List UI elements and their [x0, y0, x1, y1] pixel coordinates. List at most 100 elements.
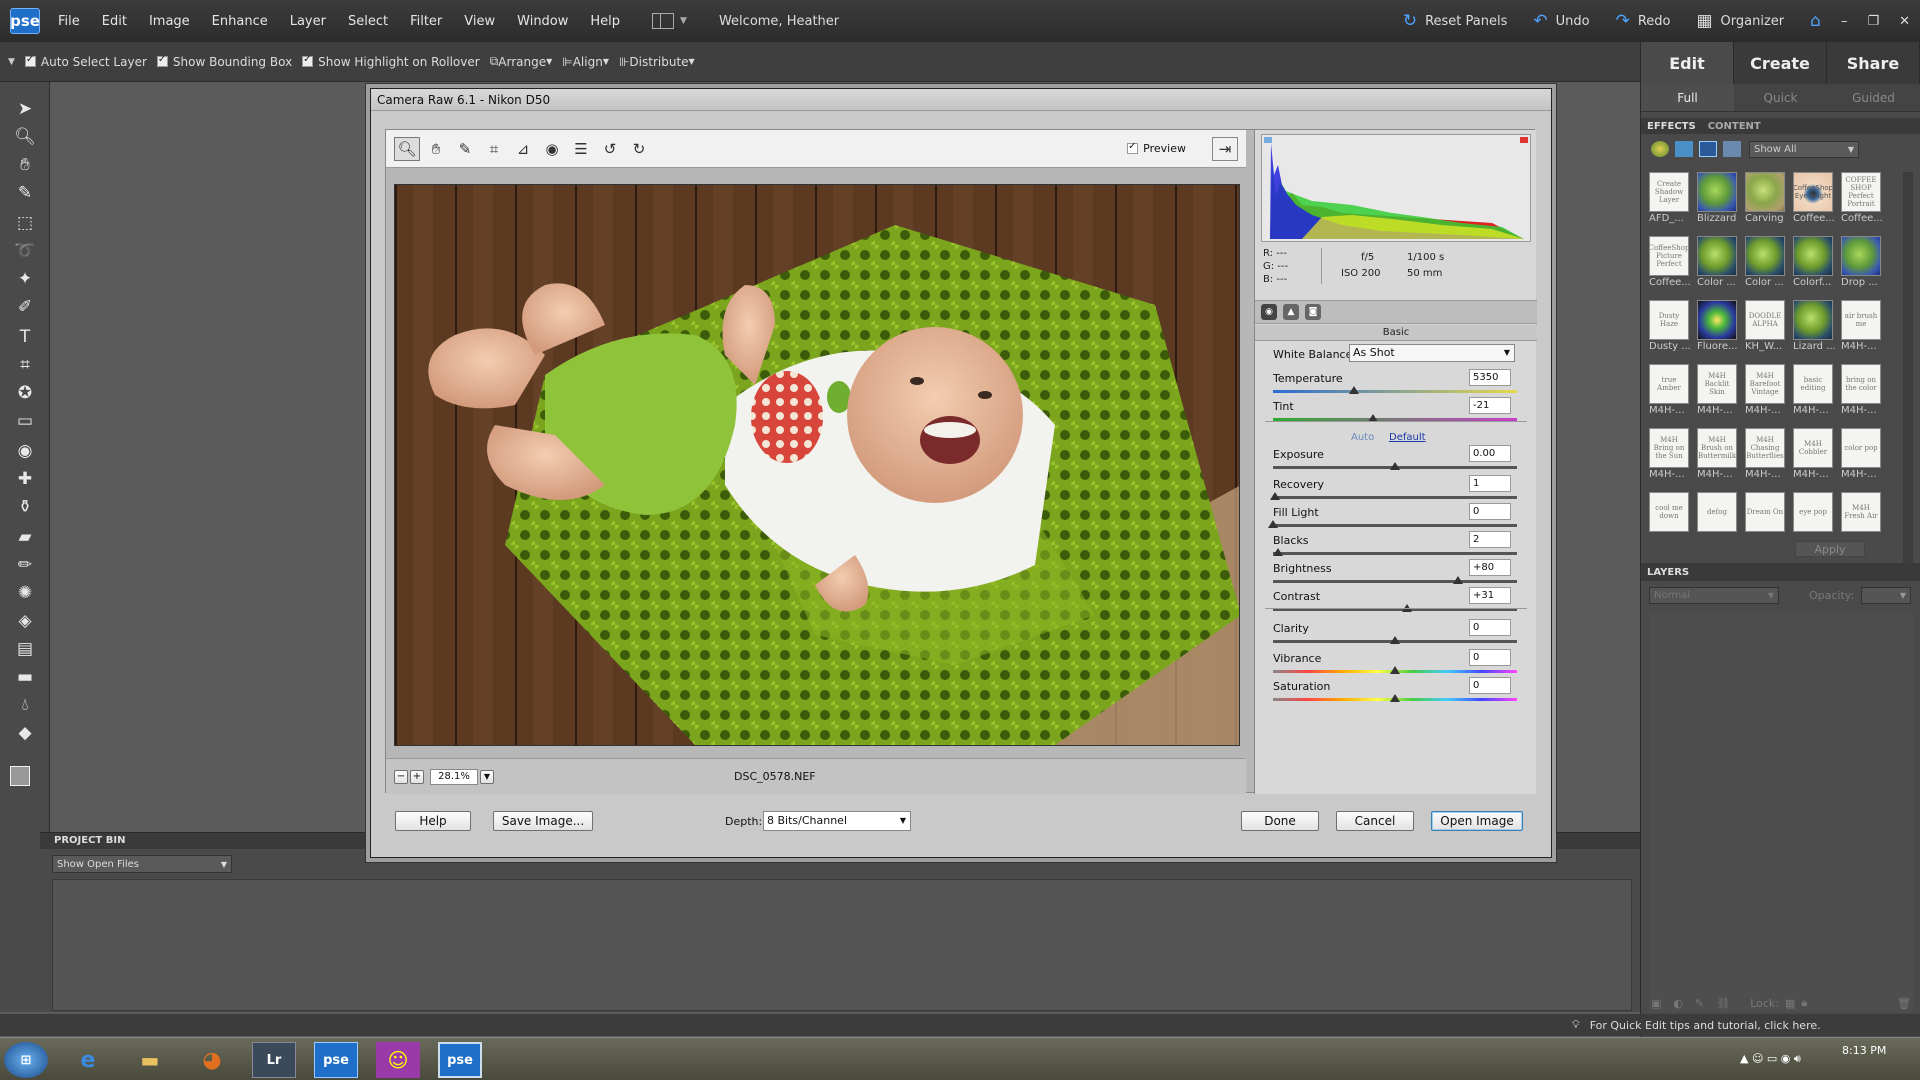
slider-value-field[interactable]: 0	[1469, 503, 1511, 520]
tab-content[interactable]: CONTENT	[1702, 121, 1767, 132]
slider-thumb[interactable]	[1270, 492, 1281, 500]
blur-tool-icon[interactable]: 💧︎	[12, 694, 38, 716]
minimize-icon[interactable]: –	[1841, 14, 1848, 29]
slider-track[interactable]	[1273, 552, 1517, 555]
camera-calibration-icon[interactable]: ◙	[1305, 304, 1321, 320]
quick-edit-tip-link[interactable]: For Quick Edit tips and tutorial, click …	[1590, 1019, 1821, 1032]
distribute-button[interactable]: ⊪ Distribute ▼	[619, 55, 695, 69]
image-preview[interactable]	[394, 184, 1240, 746]
favorites-icon[interactable]	[1723, 141, 1741, 157]
effect-thumbnail[interactable]: M4H Brush on Buttermilk M4H-...	[1697, 428, 1739, 490]
slider-value-field[interactable]: +31	[1469, 587, 1511, 604]
opacity-field[interactable]: ▼	[1861, 587, 1911, 604]
effect-thumbnail[interactable]: air brush me M4H-...	[1841, 300, 1883, 362]
auto-link[interactable]: Auto	[1351, 432, 1374, 443]
gradient-tool-icon[interactable]: ▤	[12, 638, 38, 660]
slider-track[interactable]	[1273, 496, 1517, 499]
internet-explorer-icon[interactable]: e	[66, 1042, 110, 1078]
slider-thumb[interactable]	[1453, 576, 1464, 584]
foreground-color-swatch[interactable]	[10, 766, 30, 786]
show-highlight-checkbox[interactable]: Show Highlight on Rollover	[302, 54, 480, 69]
adjustment-layer-icon[interactable]: ◐	[1673, 997, 1683, 1010]
cancel-button[interactable]: Cancel	[1336, 811, 1414, 831]
open-image-button[interactable]: Open Image	[1431, 811, 1523, 831]
move-tool-icon[interactable]: ➤	[12, 98, 38, 120]
apply-button[interactable]: Apply	[1795, 541, 1865, 557]
workspace-layout-icon[interactable]	[652, 13, 675, 29]
save-image-button[interactable]: Save Image...	[493, 811, 593, 831]
rotate-left-icon[interactable]: ↺	[597, 137, 623, 161]
red-eye-tool-icon[interactable]: ◉	[539, 137, 565, 161]
slider-value-field[interactable]: 1	[1469, 475, 1511, 492]
effects-scrollbar[interactable]	[1903, 172, 1913, 572]
new-layer-icon[interactable]: ▣	[1651, 997, 1661, 1010]
pse-organizer-taskbar-button[interactable]: pse	[314, 1042, 358, 1078]
fullscreen-toggle-icon[interactable]: ⇥	[1212, 136, 1238, 161]
magic-wand-icon[interactable]: ✦	[12, 268, 38, 290]
organizer-button[interactable]: ▦ Organizer	[1696, 11, 1784, 31]
effect-thumbnail[interactable]: Color ...	[1745, 236, 1787, 298]
slider-value-field[interactable]: +80	[1469, 559, 1511, 576]
rotate-right-icon[interactable]: ↻	[626, 137, 652, 161]
home-button[interactable]: ⌂	[1810, 11, 1821, 31]
slider-value-field[interactable]: 0	[1469, 677, 1511, 694]
align-button[interactable]: ⊫ Align ▼	[562, 55, 609, 69]
menu-help[interactable]: Help	[590, 14, 620, 29]
effect-thumbnail[interactable]: Create Shadow Layer AFD_...	[1649, 172, 1691, 234]
effect-thumbnail[interactable]: M4H Barefoot Vintage M4H-...	[1745, 364, 1787, 426]
effect-thumbnail[interactable]: Color ...	[1697, 236, 1739, 298]
tab-edit[interactable]: Edit	[1641, 42, 1734, 84]
effect-thumbnail[interactable]: CoffeeShop Picture Perfect Coffee...	[1649, 236, 1691, 298]
brush-tool-icon[interactable]: ✺	[12, 582, 38, 604]
project-bin-filter-select[interactable]: Show Open Files ▼	[52, 855, 232, 873]
slider-value-field[interactable]: 0.00	[1469, 445, 1511, 462]
effect-thumbnail[interactable]: M4H Backlit Skin M4H-...	[1697, 364, 1739, 426]
effect-thumbnail[interactable]: true Amber M4H-...	[1649, 364, 1691, 426]
default-link[interactable]: Default	[1389, 432, 1426, 443]
help-button[interactable]: Help	[395, 811, 471, 831]
effects-show-all-select[interactable]: Show All ▼	[1749, 140, 1859, 158]
tab-quick[interactable]: Quick	[1734, 84, 1827, 111]
tool-preset-icon[interactable]: ▼	[8, 57, 15, 67]
basic-panel-icon[interactable]: ◉	[1261, 304, 1277, 320]
menu-edit[interactable]: Edit	[102, 14, 127, 29]
sponge-tool-icon[interactable]: ◆	[12, 722, 38, 744]
tab-full[interactable]: Full	[1641, 84, 1734, 111]
clone-stamp-icon[interactable]: ⚱	[12, 496, 38, 518]
effect-thumbnail[interactable]: DOODLE ALPHA KH_W...	[1745, 300, 1787, 362]
pse-editor-taskbar-button[interactable]: pse	[438, 1042, 482, 1078]
lasso-tool-icon[interactable]: ➰	[12, 240, 38, 262]
filters-icon[interactable]	[1651, 141, 1669, 157]
slider-value-field[interactable]: -21	[1469, 397, 1511, 414]
hand-tool-icon[interactable]: ✋︎	[423, 137, 449, 161]
red-eye-tool-icon[interactable]: ◉	[12, 440, 38, 462]
lock-transparent-icon[interactable]: ▦	[1785, 997, 1795, 1010]
effect-thumbnail[interactable]: basic editing M4H-...	[1793, 364, 1835, 426]
menu-window[interactable]: Window	[517, 14, 568, 29]
slider-thumb[interactable]	[1348, 386, 1359, 394]
zoom-tool-icon[interactable]: 🔍︎	[12, 126, 38, 148]
show-bounding-box-checkbox[interactable]: Show Bounding Box	[156, 54, 292, 69]
slider-thumb[interactable]	[1268, 520, 1278, 528]
effect-thumbnail[interactable]: Dusty Haze Dusty ...	[1649, 300, 1691, 362]
menu-image[interactable]: Image	[149, 14, 190, 29]
slider-thumb[interactable]	[1390, 636, 1400, 644]
close-icon[interactable]: ✕	[1899, 14, 1910, 29]
effect-thumbnail[interactable]: defog	[1697, 492, 1739, 554]
lightroom-taskbar-button[interactable]: Lr	[252, 1042, 296, 1078]
tab-create[interactable]: Create	[1734, 42, 1827, 84]
restore-icon[interactable]: ❐	[1867, 14, 1879, 29]
type-tool-icon[interactable]: T	[12, 326, 38, 348]
slider-value-field[interactable]: 2	[1469, 531, 1511, 548]
marquee-tool-icon[interactable]: ⬚	[12, 212, 38, 234]
file-explorer-icon[interactable]: ▬	[128, 1042, 172, 1078]
zoom-level-field[interactable]: 28.1%	[430, 768, 478, 785]
effect-thumbnail[interactable]: M4H Cobbler M4H-...	[1793, 428, 1835, 490]
slider-track[interactable]	[1273, 524, 1517, 527]
effect-thumbnail[interactable]: Colorf...	[1793, 236, 1835, 298]
slider-track[interactable]	[1273, 580, 1517, 583]
zoom-tool-icon[interactable]: 🔍︎	[394, 136, 420, 161]
crop-tool-icon[interactable]: ⌗	[12, 354, 38, 376]
effect-thumbnail[interactable]: Fluore...	[1697, 300, 1739, 362]
zoom-menu-button[interactable]: ▼	[480, 769, 494, 784]
